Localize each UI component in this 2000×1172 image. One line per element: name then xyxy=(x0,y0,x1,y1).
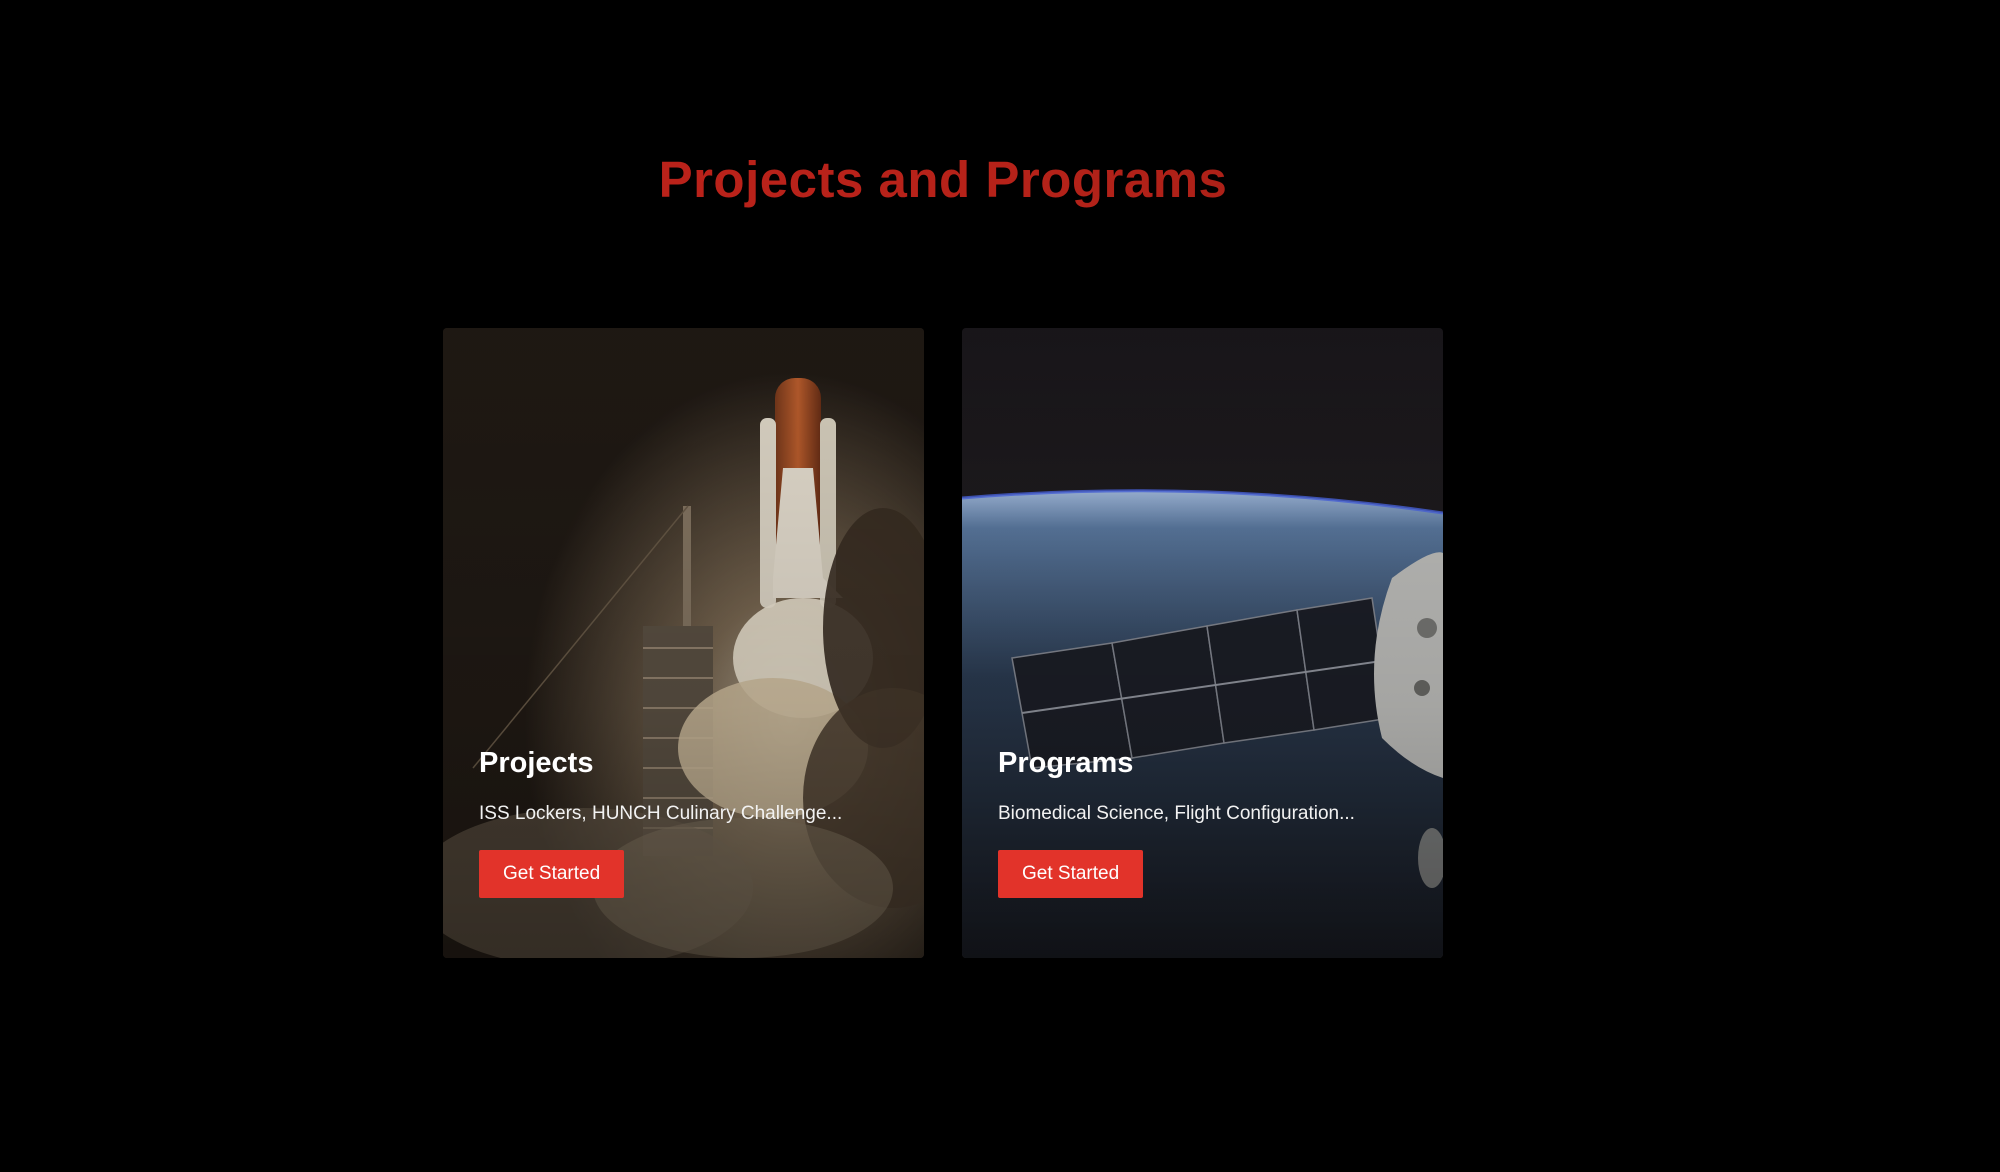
programs-card[interactable]: Programs Biomedical Science, Flight Conf… xyxy=(962,328,1443,958)
get-started-button[interactable]: Get Started xyxy=(998,850,1144,899)
card-title: Programs xyxy=(998,747,1134,779)
projects-card[interactable]: Projects ISS Lockers, HUNCH Culinary Cha… xyxy=(443,328,924,958)
section-title: Projects and Programs xyxy=(0,150,1886,209)
card-title: Projects xyxy=(479,747,594,779)
card-description: ISS Lockers, HUNCH Culinary Challenge... xyxy=(479,802,843,824)
get-started-button[interactable]: Get Started xyxy=(479,850,625,899)
card-description: Biomedical Science, Flight Configuration… xyxy=(998,802,1355,824)
card-body: Programs Biomedical Science, Flight Conf… xyxy=(998,746,1407,899)
page: Projects and Programs Projects ISS Locke… xyxy=(0,0,2000,1172)
card-body: Projects ISS Lockers, HUNCH Culinary Cha… xyxy=(479,746,888,899)
